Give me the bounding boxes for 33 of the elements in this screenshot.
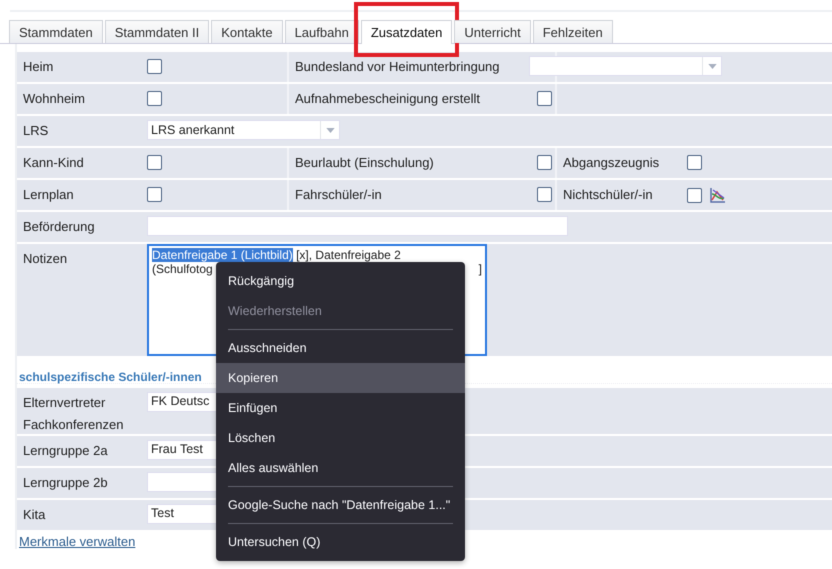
field-label: Lerngruppe 2b: [22, 474, 109, 492]
menu-item[interactable]: Rückgängig: [216, 266, 465, 296]
field-label: Nichtschüler/-in: [562, 187, 654, 203]
field-label: LRS: [22, 123, 50, 139]
field-label: Aufnahmebescheinigung erstellt: [294, 91, 482, 107]
field-label: Beförderung: [22, 219, 96, 235]
field-label: Lernplan: [22, 187, 75, 203]
menu-item[interactable]: Google-Suche nach "Datenfreigabe 1...": [216, 490, 465, 520]
field-label: Kann-Kind: [22, 155, 85, 171]
tab[interactable]: Laufbahn: [284, 20, 359, 43]
menu-item[interactable]: Kopieren: [216, 363, 465, 393]
menu-item[interactable]: Einfügen: [216, 393, 465, 423]
field-label: Kita: [22, 506, 46, 524]
tab[interactable]: Zusatzdaten: [360, 20, 452, 44]
field-label: Notizen: [22, 251, 68, 267]
select-field[interactable]: LRS anerkannt: [147, 120, 340, 140]
menu-item[interactable]: Löschen: [216, 423, 465, 453]
field-label: Bundesland vor Heimunterbringung: [294, 59, 501, 75]
field-label: Heim: [22, 59, 54, 75]
field-label: Wohnheim: [22, 91, 86, 107]
manage-link[interactable]: Merkmale verwalten: [19, 534, 136, 549]
field-label: Fahrschüler/-in: [294, 187, 383, 203]
menu-item[interactable]: Untersuchen (Q): [216, 527, 465, 557]
menu-item[interactable]: Alles auswählen: [216, 453, 465, 483]
field-label: Elternvertreter Fachkonferenzen: [22, 394, 124, 434]
tab[interactable]: Kontakte: [211, 20, 283, 43]
field-label: Lerngruppe 2a: [22, 442, 109, 460]
tab[interactable]: Unterricht: [454, 20, 531, 43]
tab[interactable]: Fehlzeiten: [532, 20, 613, 43]
tab[interactable]: Stammdaten: [9, 20, 103, 43]
field-label: Abgangszeugnis: [562, 155, 660, 171]
tab[interactable]: Stammdaten II: [104, 20, 210, 43]
field-label: Beurlaubt (Einschulung): [294, 155, 435, 171]
